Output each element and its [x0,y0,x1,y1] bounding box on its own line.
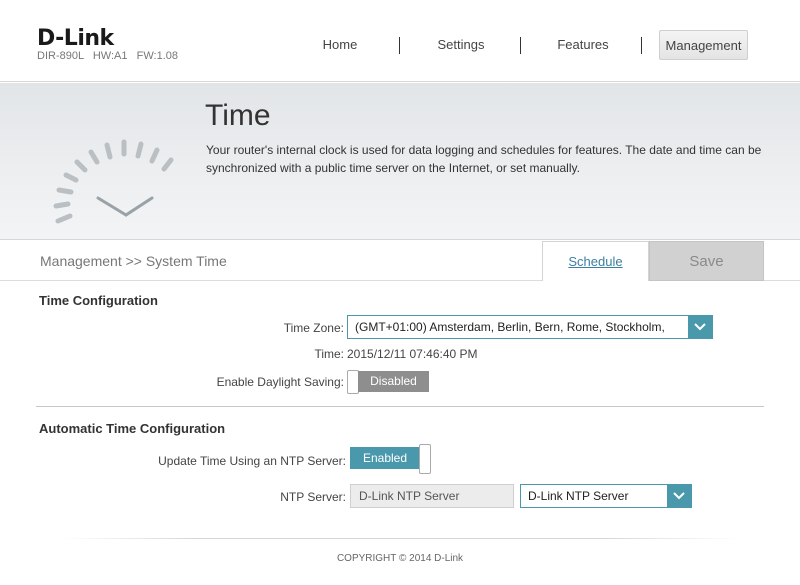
copyright: COPYRIGHT © 2014 D-Link [336,553,464,564]
nav-management[interactable]: Management [659,30,748,60]
section-divider [36,406,764,407]
nav-separator [399,37,400,54]
nav-features[interactable]: Features [548,30,618,60]
time-value: 2015/12/11 07:46:40 PM [347,347,478,361]
ntp-update-label: Update Time Using an NTP Server: [158,454,346,468]
timezone-value: (GMT+01:00) Amsterdam, Berlin, Bern, Rom… [355,320,665,334]
daylight-saving-label: Enable Daylight Saving: [216,375,344,389]
ntp-server-label: NTP Server: [280,490,346,504]
nav-separator [520,37,521,54]
ntp-update-state: Enabled [350,447,420,469]
header: D-Link DIR-890L HW:A1 FW:1.08 Home Setti… [0,0,800,82]
chevron-down-icon [667,485,691,507]
page-title: Time [205,99,271,132]
ntp-update-toggle[interactable]: Enabled [350,444,432,474]
time-label: Time: [314,347,344,361]
nav-home[interactable]: Home [308,30,372,60]
nav-settings[interactable]: Settings [428,30,494,60]
timezone-label: Time Zone: [283,321,344,335]
time-configuration-heading: Time Configuration [39,293,158,308]
ntp-server-field[interactable]: D-Link NTP Server [350,484,514,508]
automatic-time-configuration-heading: Automatic Time Configuration [39,421,226,436]
breadcrumb-bar: Management >> System Time Schedule Save [0,241,800,281]
save-button[interactable]: Save [649,241,764,281]
breadcrumb: Management >> System Time [40,253,227,269]
main-nav: Home Settings Features Management [0,30,800,60]
toggle-knob [419,444,431,474]
timezone-select[interactable]: (GMT+01:00) Amsterdam, Berlin, Bern, Rom… [347,315,713,339]
clock-icon [53,139,174,224]
page-description: Your router's internal clock is used for… [206,143,762,175]
ntp-server-select[interactable]: D-Link NTP Server [520,484,692,508]
schedule-button[interactable]: Schedule [542,241,649,281]
footer-divider [60,538,740,539]
ntp-server-select-value: D-Link NTP Server [528,489,629,503]
chevron-down-icon [688,316,712,338]
page-banner: Time Your router's internal clock is use… [0,83,800,240]
nav-separator [641,37,642,54]
daylight-saving-toggle[interactable]: Disabled [347,370,429,394]
daylight-saving-state: Disabled [358,371,429,392]
